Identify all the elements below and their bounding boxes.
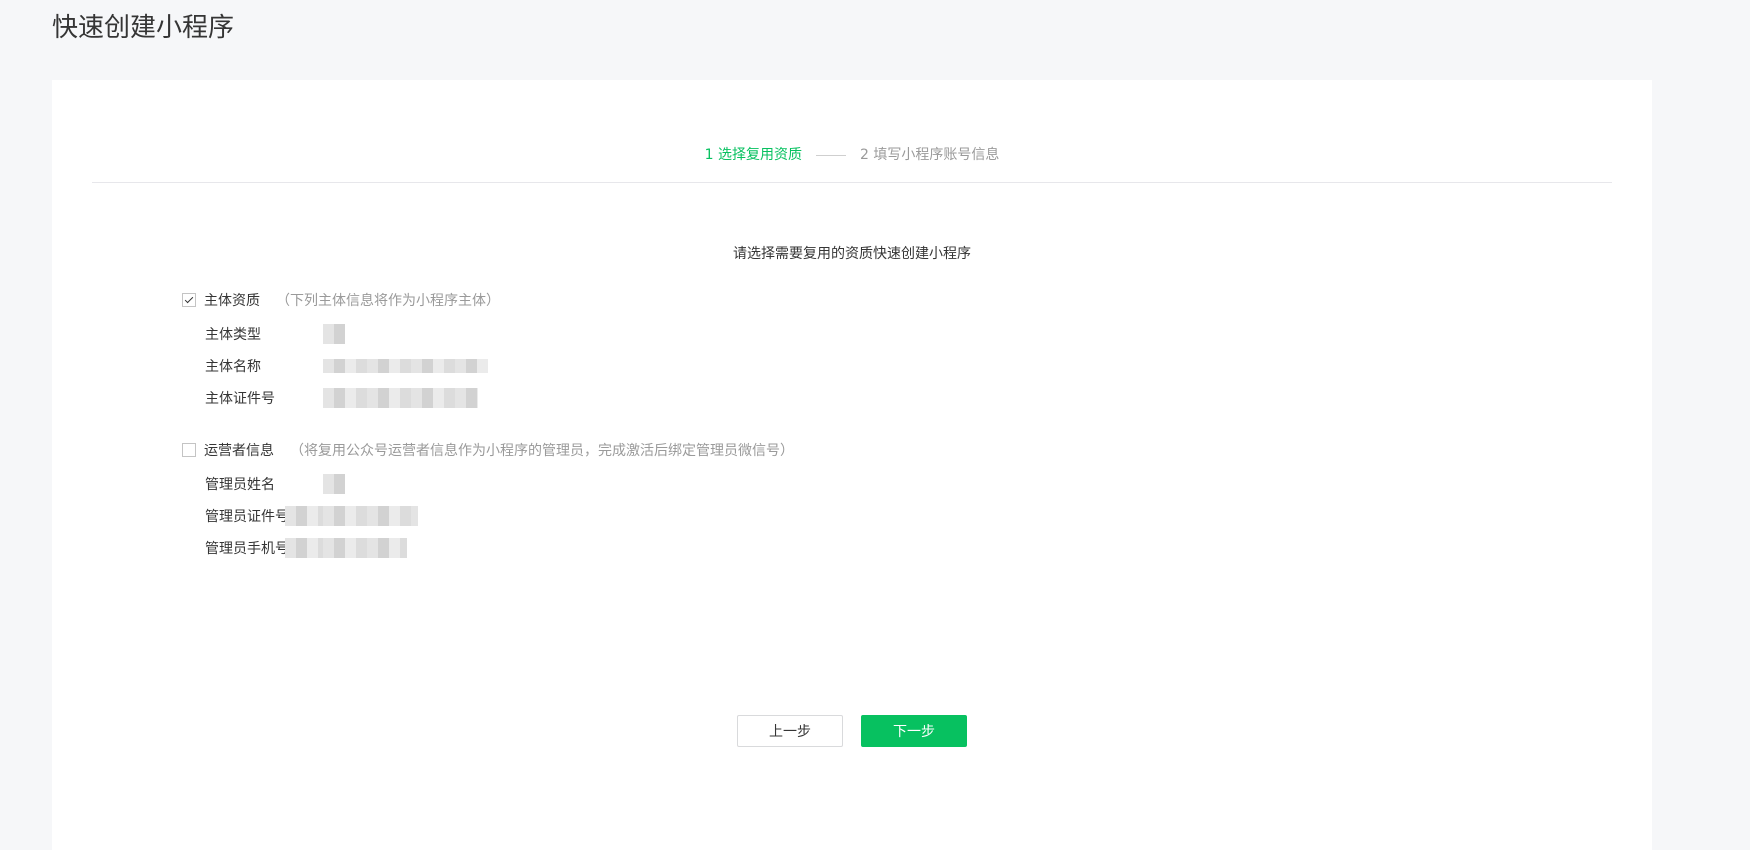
admin-id-label: 管理员证件号 xyxy=(205,509,285,525)
operator-info-header: 运营者信息 （将复用公众号运营者信息作为小程序的管理员，完成激活后绑定管理员微信… xyxy=(182,440,794,460)
steps-divider xyxy=(92,182,1612,183)
entity-qualification-title: 主体资质 xyxy=(204,293,260,309)
admin-phone-label: 管理员手机号 xyxy=(205,541,285,557)
redacted-value xyxy=(323,538,407,558)
operator-info-title: 运营者信息 xyxy=(204,443,274,459)
step-2-fill-account-info: 2 填写小程序账号信息 xyxy=(860,147,1000,163)
step-1-select-qualification: 1 选择复用资质 xyxy=(704,147,802,163)
field-row-admin-phone: 管理员手机号 xyxy=(182,532,794,564)
entity-id-label: 主体证件号 xyxy=(205,391,275,407)
redacted-value xyxy=(323,324,345,344)
redacted-value xyxy=(323,359,488,373)
step-indicator: 1 选择复用资质 2 填写小程序账号信息 xyxy=(52,140,1652,170)
operator-info-hint: （将复用公众号运营者信息作为小程序的管理员，完成激活后绑定管理员微信号） xyxy=(290,443,794,459)
redacted-value xyxy=(323,506,418,526)
redacted-value xyxy=(285,506,323,526)
entity-qualification-section: 主体资质 （下列主体信息将作为小程序主体） 主体类型 主体名称 主体证件号 xyxy=(182,290,500,414)
redacted-value xyxy=(285,538,323,558)
step-separator xyxy=(816,154,846,156)
entity-qualification-hint: （下列主体信息将作为小程序主体） xyxy=(276,293,500,309)
field-row-entity-type: 主体类型 xyxy=(182,318,500,350)
field-row-entity-id: 主体证件号 xyxy=(182,382,500,414)
field-row-admin-name: 管理员姓名 xyxy=(182,468,794,500)
redacted-value xyxy=(323,388,478,408)
operator-info-checkbox[interactable] xyxy=(182,443,196,457)
create-miniprogram-card: 1 选择复用资质 2 填写小程序账号信息 请选择需要复用的资质快速创建小程序 主… xyxy=(52,80,1652,850)
entity-qualification-checkbox[interactable] xyxy=(182,293,196,307)
prev-step-button[interactable]: 上一步 xyxy=(737,715,843,747)
entity-type-label: 主体类型 xyxy=(205,327,261,343)
redacted-value xyxy=(323,474,345,494)
form-actions: 上一步 下一步 xyxy=(52,715,1652,747)
operator-info-section: 运营者信息 （将复用公众号运营者信息作为小程序的管理员，完成激活后绑定管理员微信… xyxy=(182,440,794,564)
entity-name-label: 主体名称 xyxy=(205,359,261,375)
field-row-entity-name: 主体名称 xyxy=(182,350,500,382)
field-row-admin-id: 管理员证件号 xyxy=(182,500,794,532)
next-step-button[interactable]: 下一步 xyxy=(861,715,967,747)
instruction-text: 请选择需要复用的资质快速创建小程序 xyxy=(733,246,971,262)
admin-name-label: 管理员姓名 xyxy=(205,477,275,493)
entity-qualification-header: 主体资质 （下列主体信息将作为小程序主体） xyxy=(182,290,500,310)
page-title: 快速创建小程序 xyxy=(52,13,235,43)
